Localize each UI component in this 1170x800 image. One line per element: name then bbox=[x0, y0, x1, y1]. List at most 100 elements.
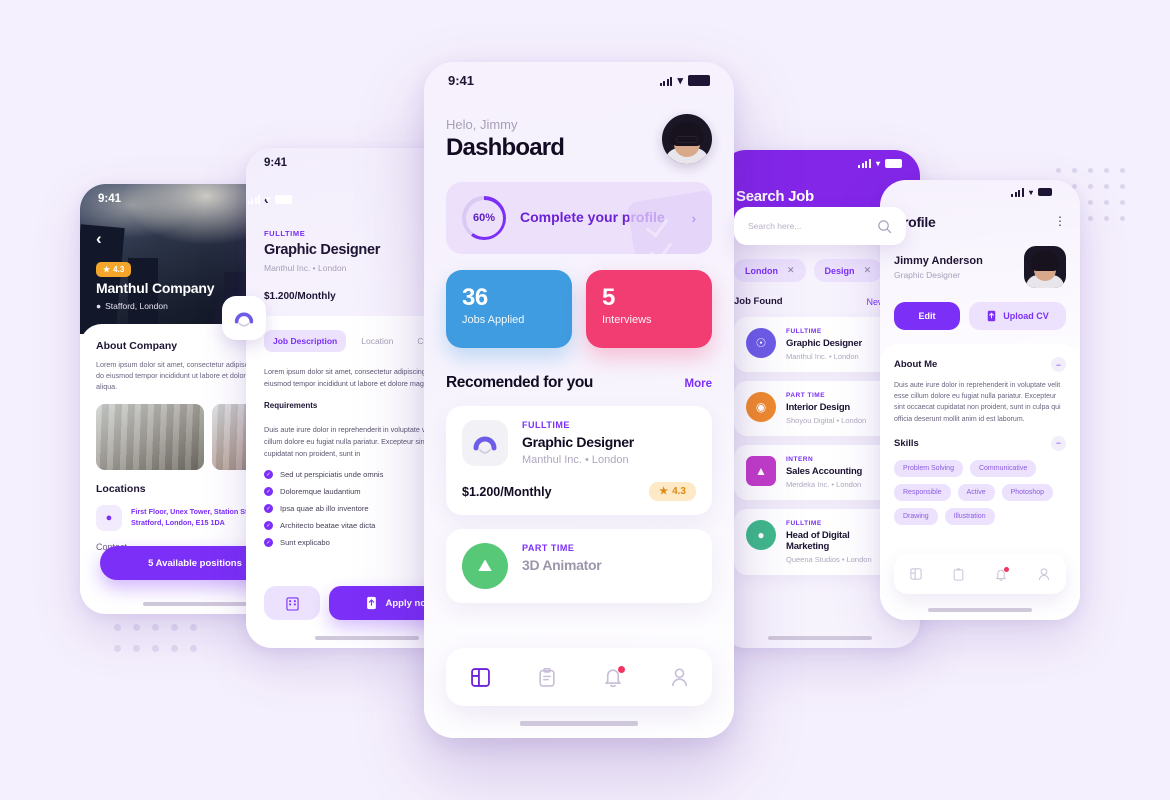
employment-type: INTERN bbox=[786, 456, 814, 463]
close-icon[interactable]: ✕ bbox=[864, 265, 872, 276]
skill-tag[interactable]: Photoshop bbox=[1001, 483, 1054, 501]
notification-badge bbox=[1004, 566, 1010, 572]
nav-dashboard-icon[interactable] bbox=[470, 667, 490, 687]
rating-value: 4.3 bbox=[113, 265, 125, 274]
decorative-dot bbox=[1104, 200, 1109, 205]
search-icon[interactable] bbox=[877, 219, 892, 234]
collapse-icon[interactable]: − bbox=[1051, 357, 1066, 372]
stat-label: Interviews bbox=[602, 314, 652, 326]
stat-number: 36 bbox=[462, 284, 488, 311]
company-logo-icon: ▲ bbox=[746, 456, 776, 486]
complete-profile-card[interactable]: 60% Complete your profile › bbox=[446, 182, 712, 254]
nav-person-icon[interactable] bbox=[1038, 567, 1050, 581]
job-card-text: PART TIME 3D Animator bbox=[522, 543, 602, 573]
avatar[interactable] bbox=[662, 114, 712, 164]
jobs-found-label: Job Found bbox=[734, 296, 783, 307]
skill-tag[interactable]: Drawing bbox=[894, 507, 938, 525]
decorative-dot-grid-bottom-left bbox=[114, 624, 197, 652]
nav-bell-icon[interactable] bbox=[604, 665, 625, 687]
employment-type: FULLTIME bbox=[786, 520, 822, 527]
signal-icon bbox=[858, 158, 871, 168]
bottom-navigation bbox=[446, 648, 712, 706]
decorative-dot bbox=[152, 624, 159, 631]
job-title: 3D Animator bbox=[522, 557, 602, 573]
status-time: 9:41 bbox=[98, 193, 122, 205]
nav-clipboard-icon[interactable] bbox=[538, 667, 555, 687]
decorative-dot bbox=[133, 645, 140, 652]
company-icon bbox=[285, 596, 299, 611]
nav-dashboard-icon[interactable] bbox=[909, 568, 922, 580]
profile-screen: ▾ Profile ⋮ Jimmy Anderson Graphic Desig… bbox=[880, 180, 1080, 620]
recommended-job-card[interactable]: ⛰ PART TIME 3D Animator bbox=[446, 529, 712, 603]
progress-percent: 60% bbox=[472, 212, 496, 224]
decorative-dot bbox=[1120, 216, 1125, 221]
decorative-dot bbox=[1104, 216, 1109, 221]
chevron-right-icon: › bbox=[691, 210, 696, 226]
skill-tag[interactable]: Illustration bbox=[944, 507, 995, 525]
home-indicator bbox=[520, 721, 638, 726]
skills-list: Problem Solving Communicative Responsibl… bbox=[894, 459, 1066, 525]
close-icon[interactable]: ✕ bbox=[787, 265, 795, 276]
stat-card-jobs-applied[interactable]: 36 Jobs Applied bbox=[446, 270, 572, 348]
stat-card-interviews[interactable]: 5 Interviews bbox=[586, 270, 712, 348]
job-title: Interior Design bbox=[786, 402, 851, 413]
manthul-logo-glyph bbox=[473, 436, 497, 454]
collapse-icon[interactable]: − bbox=[1051, 435, 1066, 451]
status-bar: ▾ bbox=[736, 150, 904, 176]
tab-job-description[interactable]: Job Description bbox=[264, 330, 347, 352]
company-logo-icon: ⛰ bbox=[462, 543, 508, 589]
recommended-job-card[interactable]: FULLTIME Graphic Designer Manthul Inc. •… bbox=[446, 406, 712, 515]
avatar[interactable] bbox=[1024, 246, 1066, 288]
job-title: Sales Accounting bbox=[786, 466, 863, 477]
tab-location[interactable]: Location bbox=[352, 330, 402, 352]
check-icon: ✓ bbox=[264, 470, 273, 480]
recommended-section-header: Recomended for you More bbox=[446, 374, 712, 392]
more-link[interactable]: More bbox=[685, 378, 712, 390]
available-positions-label: 5 Available positions bbox=[148, 557, 242, 569]
upload-cv-label: Upload CV bbox=[1003, 311, 1049, 321]
nav-clipboard-icon[interactable] bbox=[953, 567, 964, 581]
decorative-dot bbox=[1088, 168, 1093, 173]
dashboard-body: Helo, Jimmy Dashboard 60% Complete your … bbox=[424, 114, 734, 603]
job-card-text: FULLTIME Graphic Designer Manthul Inc. •… bbox=[522, 420, 634, 466]
list-item-body: FULLTIME Graphic Designer Manthul Inc. •… bbox=[786, 328, 862, 361]
search-title-row: Search Job bbox=[736, 188, 904, 205]
company-logo-icon: ☉ bbox=[746, 328, 776, 358]
profile-identity: Jimmy Anderson Graphic Designer bbox=[894, 246, 1066, 288]
skill-tag[interactable]: Responsible bbox=[894, 483, 951, 501]
signal-icon bbox=[659, 75, 673, 86]
map-pin-icon: ● bbox=[96, 505, 122, 532]
page-title: Dashboard bbox=[446, 133, 565, 161]
search-input[interactable]: Search here... bbox=[734, 207, 906, 245]
check-icon: ✓ bbox=[264, 538, 273, 548]
nav-person-icon[interactable] bbox=[671, 667, 688, 687]
profile-title-row: Profile ⋮ bbox=[894, 214, 1066, 230]
user-role: Graphic Designer bbox=[894, 269, 961, 280]
edit-button[interactable]: Edit bbox=[894, 302, 960, 330]
back-button[interactable]: ‹ bbox=[96, 230, 102, 247]
dashboard-header: Helo, Jimmy Dashboard bbox=[446, 114, 712, 164]
greeting: Helo, Jimmy bbox=[446, 116, 518, 132]
job-title: Graphic Designer bbox=[522, 434, 634, 450]
list-item-body: INTERN Sales Accounting Merdeka Inc. • L… bbox=[786, 456, 862, 489]
profile-name-block: Jimmy Anderson Graphic Designer bbox=[894, 255, 983, 280]
notification-badge bbox=[617, 665, 625, 673]
company-button[interactable] bbox=[264, 586, 320, 620]
battery-icon bbox=[688, 74, 710, 86]
company-name: Manthul Company bbox=[96, 280, 215, 296]
skill-tag[interactable]: Problem Solving bbox=[894, 459, 963, 477]
filter-chip-location[interactable]: London ✕ bbox=[734, 259, 806, 282]
filter-chip-category[interactable]: Design ✕ bbox=[813, 259, 883, 282]
home-indicator bbox=[928, 608, 1032, 612]
decorative-dot bbox=[1088, 184, 1093, 189]
skill-tag[interactable]: Communicative bbox=[969, 459, 1037, 477]
upload-cv-button[interactable]: Upload CV bbox=[969, 302, 1066, 330]
rating-value: 4.3 bbox=[672, 486, 686, 497]
bottom-navigation bbox=[894, 554, 1066, 594]
skill-tag[interactable]: Active bbox=[957, 483, 995, 501]
decorative-dot bbox=[1120, 184, 1125, 189]
nav-bell-icon[interactable] bbox=[995, 566, 1010, 581]
gallery-photo[interactable] bbox=[96, 404, 204, 471]
employment-type: PART TIME bbox=[522, 543, 575, 553]
more-vertical-icon[interactable]: ⋮ bbox=[1054, 215, 1066, 227]
